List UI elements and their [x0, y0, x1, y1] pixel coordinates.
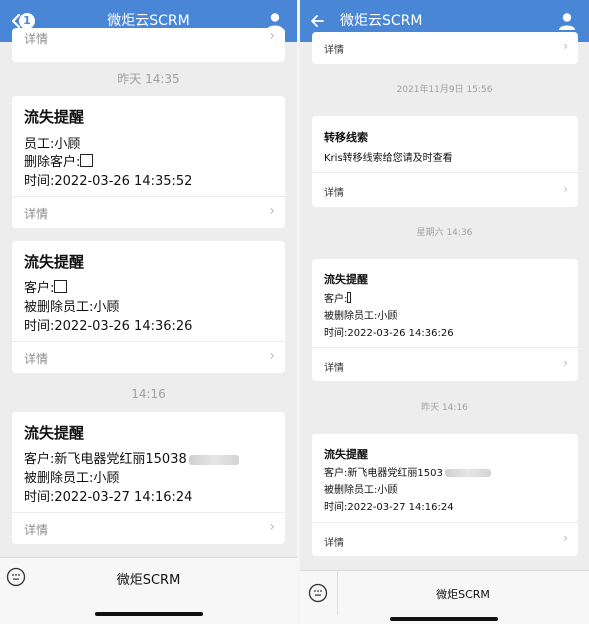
detail-row[interactable]: 详情 ›: [12, 28, 285, 50]
card-line: 时间:2022-03-27 14:16:24: [324, 502, 454, 513]
right-chat-panel: 微炬云SCRM 详情 › 2021年11月9日 15:56 转移线索 Kris转…: [300, 0, 589, 624]
timestamp: 昨天 14:35: [117, 72, 180, 86]
card-line: 客户:新飞电器党红丽15038: [24, 448, 239, 467]
detail-label: 详情: [24, 32, 49, 46]
detail-row[interactable]: 详情 ›: [312, 347, 578, 382]
timestamp: 14:16: [131, 387, 166, 401]
home-indicator: [390, 617, 498, 621]
back-arrow-icon[interactable]: [308, 12, 326, 30]
card-line: 时间:2022-03-27 14:16:24: [24, 490, 193, 505]
card-line: 客户:新飞电器党红丽1503: [324, 464, 491, 479]
detail-label: 详情: [324, 538, 344, 549]
detail-label: 详情: [324, 188, 344, 199]
card-line: 客户:: [24, 277, 68, 296]
timestamp: 2021年11月9日 15:56: [396, 85, 493, 95]
card-line: 时间:2022-03-26 14:36:26: [24, 319, 193, 334]
message-card[interactable]: 流失提醒 客户: 被删除员工:小顾 时间:2022-03-26 14:36:26…: [12, 241, 285, 373]
card-title: 转移线索: [324, 131, 368, 144]
card-line: 被删除员工:小顾: [24, 471, 120, 486]
card-line: 时间:2022-03-26 14:35:52: [24, 174, 193, 189]
home-indicator: [95, 612, 203, 616]
detail-row[interactable]: 详情 ›: [12, 196, 285, 229]
card-title: 流失提醒: [24, 424, 85, 442]
chevron-right-icon: ›: [563, 182, 568, 196]
message-card[interactable]: 转移线索 Kris转移线索给您请及时查看 详情 ›: [312, 116, 578, 207]
card-line: 时间:2022-03-26 14:36:26: [324, 328, 454, 339]
bottom-menu-bar: 微炬SCRM: [0, 557, 297, 624]
card-line: 被删除员工:小顾: [324, 311, 398, 322]
user-icon[interactable]: [557, 11, 577, 31]
redacted-blur: [444, 469, 491, 477]
menu-label[interactable]: 微炬SCRM: [0, 569, 297, 588]
message-card-partial[interactable]: 详情 ›: [312, 32, 578, 64]
card-title: 流失提醒: [324, 448, 368, 461]
placeholder-square-icon: [54, 280, 68, 293]
detail-label: 详情: [24, 207, 49, 221]
bottom-menu-bar: 微炬SCRM: [300, 570, 589, 624]
detail-row[interactable]: 详情 ›: [12, 341, 285, 374]
timestamp: 星期六 14:36: [416, 228, 473, 238]
chevron-right-icon: ›: [269, 519, 275, 535]
message-card-partial[interactable]: 详情 ›: [12, 28, 285, 62]
menu-label[interactable]: 微炬SCRM: [337, 586, 589, 602]
message-card[interactable]: 流失提醒 客户: 被删除员工:小顾 时间:2022-03-26 14:36:26…: [312, 259, 578, 381]
detail-row[interactable]: 详情 ›: [12, 512, 285, 545]
timestamp: 昨天 14:16: [421, 403, 468, 413]
placeholder-square-icon: [347, 292, 352, 303]
card-line: 被删除员工:小顾: [24, 300, 120, 315]
card-line: 删除客户:: [24, 151, 94, 170]
detail-row[interactable]: 详情 ›: [312, 172, 578, 208]
detail-label: 详情: [24, 352, 49, 366]
detail-label: 详情: [24, 523, 49, 537]
card-line: 被删除员工:小顾: [324, 485, 398, 496]
message-card[interactable]: 流失提醒 客户:新飞电器党红丽15038 被删除员工:小顾 时间:2022-03…: [12, 412, 285, 544]
detail-row[interactable]: 详情 ›: [312, 522, 578, 557]
detail-row[interactable]: 详情 ›: [312, 32, 578, 64]
card-line: Kris转移线索给您请及时查看: [324, 153, 453, 164]
card-line: 客户:: [324, 290, 352, 305]
chevron-right-icon: ›: [269, 203, 275, 219]
message-card[interactable]: 流失提醒 员工:小顾 删除客户: 时间:2022-03-26 14:35:52 …: [12, 96, 285, 228]
chevron-right-icon: ›: [563, 531, 568, 545]
chevron-right-icon: ›: [269, 348, 275, 364]
chevron-right-icon: ›: [269, 28, 275, 44]
redacted-blur: [188, 454, 239, 465]
chevron-right-icon: ›: [563, 356, 568, 370]
left-chat-panel: 1 微炬云SCRM 详情 › 昨天 14:35 流失提醒 员工:小顾 删除客户:…: [0, 0, 297, 624]
placeholder-square-icon: [80, 154, 94, 167]
card-title: 流失提醒: [324, 273, 368, 286]
message-card[interactable]: 流失提醒 客户:新飞电器党红丽1503 被删除员工:小顾 时间:2022-03-…: [312, 434, 578, 556]
card-line: 员工:小顾: [24, 137, 81, 152]
card-title: 流失提醒: [24, 253, 85, 271]
chevron-right-icon: ›: [563, 39, 568, 53]
detail-label: 详情: [324, 363, 344, 374]
card-title: 流失提醒: [24, 108, 85, 126]
keyboard-icon[interactable]: [308, 583, 328, 603]
detail-label: 详情: [324, 45, 344, 56]
